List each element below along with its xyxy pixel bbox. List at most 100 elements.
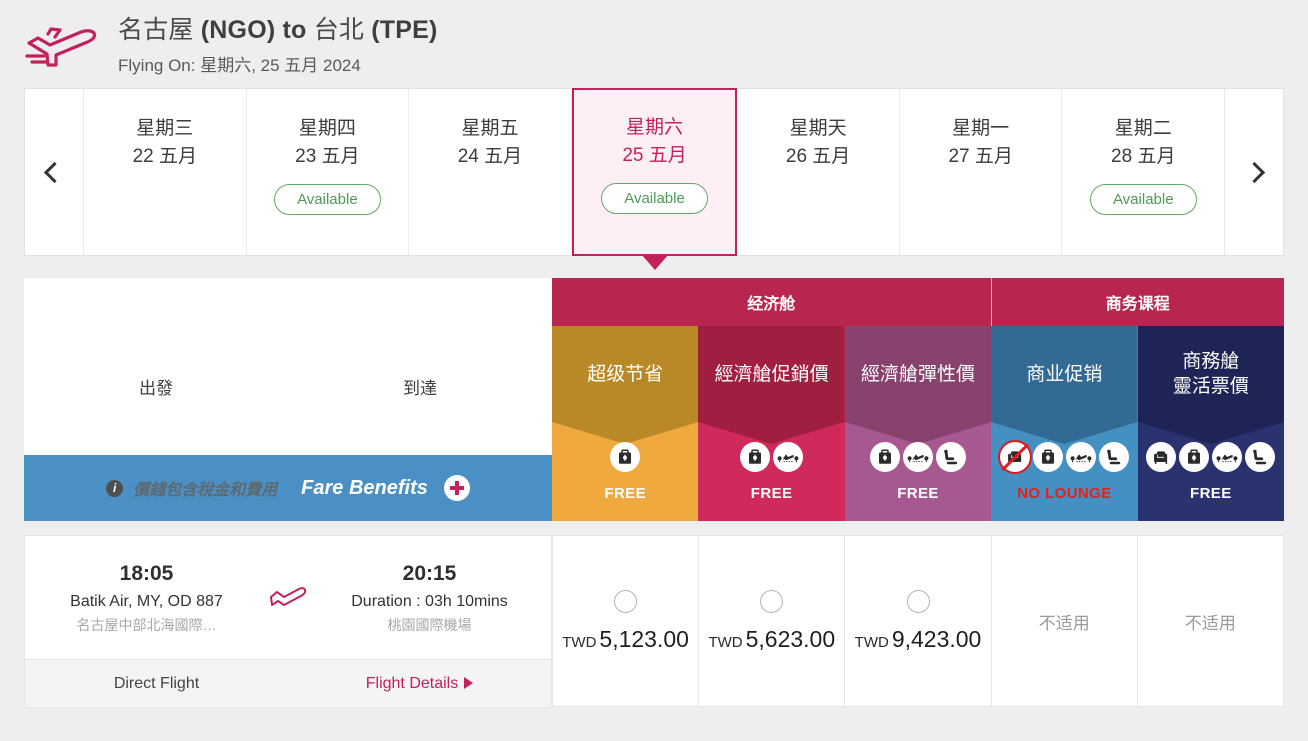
date-cell-dow: 星期六 — [626, 114, 683, 142]
date-cell-28-五月[interactable]: 星期二28 五月Available — [1062, 89, 1224, 255]
date-cell-26-五月[interactable]: 星期天26 五月 — [737, 89, 900, 255]
prev-dates-button[interactable] — [25, 89, 84, 255]
date-cell-dow: 星期天 — [790, 115, 847, 143]
fare-column-0: 超级节省 FREE — [552, 326, 698, 521]
arrival-segment: 20:15 Duration : 03h 10mins 桃園國際機場 — [318, 559, 541, 636]
date-cell-24-五月[interactable]: 星期五24 五月 — [409, 89, 572, 255]
chevron-right-icon — [1243, 161, 1264, 182]
airplane-logo-icon — [24, 21, 102, 71]
price-currency: TWD — [855, 634, 889, 651]
date-cell-25-五月[interactable]: 星期六25 五月Available — [572, 88, 738, 256]
origin-code: (NGO) — [201, 16, 276, 44]
flight-main-info: 18:05 Batik Air, MY, OD 887 名古屋中部北海國際… 2… — [25, 536, 551, 659]
arrive-column-label: 到達 — [288, 374, 552, 399]
origin-city: 名古屋 — [118, 16, 194, 44]
fare-table: 经济舱 商务课程 出發 到達 i 價錢包含稅金和費用 Fare Benefits … — [24, 278, 1284, 708]
fare-benefits-label: Fare Benefits — [301, 477, 428, 500]
lounge-icon — [1146, 442, 1176, 472]
direction-labels: 出發 到達 — [24, 326, 552, 446]
fare-column-icons — [870, 442, 966, 472]
chevron-left-icon — [43, 161, 64, 182]
baggage-icon — [1033, 442, 1063, 472]
date-cell-date: 28 五月 — [1111, 143, 1175, 171]
price-currency: TWD — [708, 634, 742, 651]
plus-icon[interactable] — [444, 475, 470, 501]
baggage-icon — [1179, 442, 1209, 472]
play-triangle-icon — [464, 677, 473, 689]
class-header-economy: 经济舱 — [552, 278, 992, 326]
fare-column-footer: NO LOUNGE — [1017, 485, 1111, 502]
fare-column-icons — [1146, 442, 1275, 472]
price-cell-unavailable: 不适用 — [1138, 535, 1284, 707]
next-dates-button[interactable] — [1224, 89, 1283, 255]
date-cell-date: 27 五月 — [948, 143, 1012, 171]
route-icon — [903, 442, 933, 472]
flight-info-card: 18:05 Batik Air, MY, OD 887 名古屋中部北海國際… 2… — [24, 535, 552, 708]
fare-column-footer: FREE — [604, 485, 646, 502]
date-cell-27-五月[interactable]: 星期一27 五月 — [900, 89, 1063, 255]
price-amount: 9,423.00 — [892, 626, 982, 652]
date-cell-22-五月[interactable]: 星期三22 五月 — [84, 89, 247, 255]
class-header-spacer — [24, 278, 552, 326]
seat-icon — [1099, 442, 1129, 472]
not-applicable-label: 不适用 — [1185, 609, 1236, 634]
not-applicable-label: 不适用 — [1039, 609, 1090, 634]
flight-details-label: Flight Details — [366, 675, 458, 692]
date-cell-23-五月[interactable]: 星期四23 五月Available — [247, 89, 410, 255]
class-header-label: 经济舱 — [747, 290, 795, 314]
date-selector-strip: 星期三22 五月星期四23 五月Available星期五24 五月星期六25 五… — [24, 88, 1284, 256]
departure-airport: 名古屋中部北海國際… — [35, 614, 258, 636]
price-cell-selectable[interactable]: TWD5,123.00 — [552, 535, 699, 707]
flight-details-link[interactable]: Flight Details — [288, 675, 551, 693]
price-line: TWD5,623.00 — [708, 626, 835, 653]
date-cell-dow: 星期四 — [299, 115, 356, 143]
date-cell-date: 26 五月 — [786, 143, 850, 171]
seat-icon — [936, 442, 966, 472]
fare-left-pane: 出發 到達 i 價錢包含稅金和費用 Fare Benefits — [24, 326, 552, 521]
fare-radio-button[interactable] — [760, 590, 783, 613]
fare-columns: 超级节省FREE經濟艙促銷價FREE經濟艙彈性價FREE商业促销NO LOUNG… — [552, 326, 1284, 521]
price-currency: TWD — [562, 634, 596, 651]
route-connector: to — [283, 16, 307, 44]
class-headers: 经济舱 商务课程 — [552, 278, 1284, 326]
fare-column-title: 商務艙 靈活票價 — [1138, 326, 1284, 424]
baggage-icon — [610, 442, 640, 472]
fare-benefits-bar[interactable]: i 價錢包含稅金和費用 Fare Benefits — [24, 455, 552, 521]
arrival-airport: 桃園國際機場 — [318, 614, 541, 636]
flight-result-row: 18:05 Batik Air, MY, OD 887 名古屋中部北海國際… 2… — [24, 535, 1284, 708]
price-cell-unavailable: 不适用 — [992, 535, 1138, 707]
price-line: TWD5,123.00 — [562, 626, 689, 653]
price-cell-selectable[interactable]: TWD5,623.00 — [699, 535, 845, 707]
fare-column-footer: FREE — [897, 485, 939, 502]
fare-radio-button[interactable] — [614, 590, 637, 613]
price-includes-text: 價錢包含稅金和費用 — [133, 476, 277, 500]
depart-column-label: 出發 — [24, 374, 288, 399]
fare-column-title: 商业促销 — [991, 326, 1137, 424]
date-cell-date: 25 五月 — [622, 142, 686, 170]
class-header-business: 商务课程 — [992, 278, 1284, 326]
fare-column-title: 超级节省 — [552, 326, 698, 424]
fare-column-title: 經濟艙彈性價 — [845, 326, 991, 424]
date-cell-date: 24 五月 — [458, 143, 522, 171]
flight-duration: Duration : 03h 10mins — [318, 590, 541, 614]
fare-band-row: 出發 到達 i 價錢包含稅金和費用 Fare Benefits 超级节省 FREE… — [24, 326, 1284, 521]
selected-date-pointer — [641, 254, 669, 270]
route-icon — [1212, 442, 1242, 472]
departure-segment: 18:05 Batik Air, MY, OD 887 名古屋中部北海國際… — [35, 559, 258, 636]
flying-on-date: Flying On: 星期六, 25 五月 2024 — [118, 51, 438, 76]
airline-flight-number: Batik Air, MY, OD 887 — [35, 590, 258, 614]
dest-city: 台北 — [314, 16, 364, 44]
dest-code: (TPE) — [371, 16, 437, 44]
info-icon: i — [106, 480, 123, 497]
direct-flight-label: Direct Flight — [25, 675, 288, 693]
date-cell-dow: 星期一 — [952, 115, 1009, 143]
fare-column-4: 商務艙 靈活票價FREE — [1138, 326, 1284, 521]
fare-column-icons — [740, 442, 803, 472]
fare-radio-button[interactable] — [907, 590, 930, 613]
baggage-icon — [870, 442, 900, 472]
fare-column-2: 經濟艙彈性價 FREE — [845, 326, 991, 521]
fare-column-footer: FREE — [751, 485, 793, 502]
departure-time: 18:05 — [35, 559, 258, 589]
price-cell-selectable[interactable]: TWD9,423.00 — [845, 535, 991, 707]
arrival-time: 20:15 — [318, 559, 541, 589]
